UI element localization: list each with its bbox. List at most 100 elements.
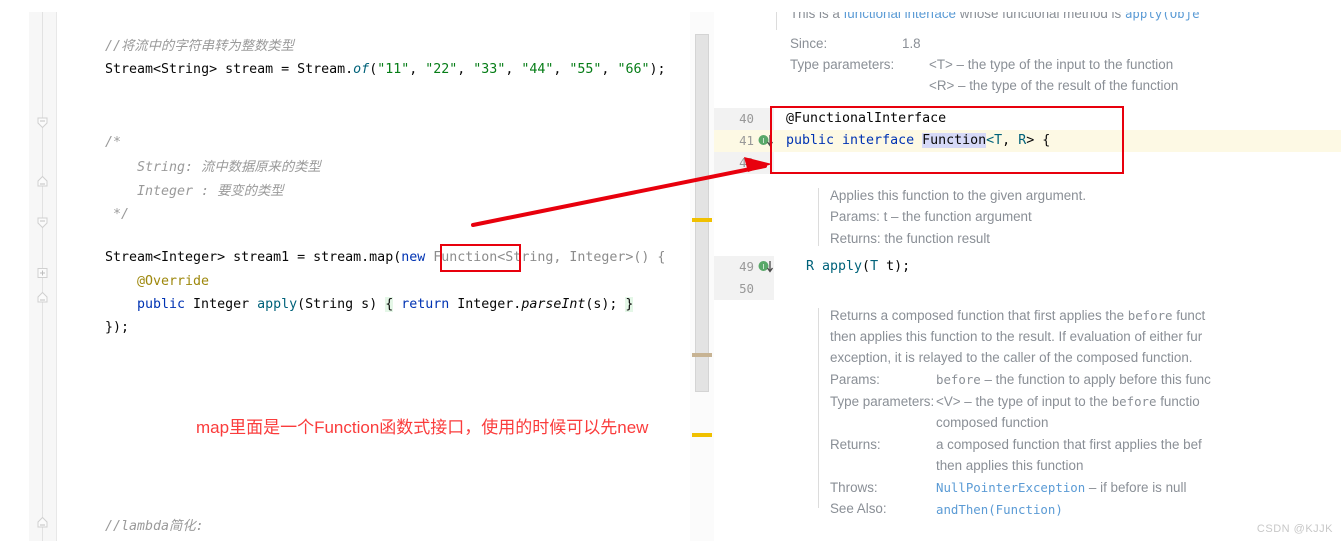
doc-throws-label: Throws: <box>830 480 878 495</box>
editor-scrollbar-thumb[interactable] <box>695 34 709 392</box>
tok-s22: "22" <box>425 62 458 77</box>
tok-s55: "55" <box>569 62 602 77</box>
line-number-42: 42 <box>739 155 754 170</box>
doc-compose-l2: then applies this function to the result… <box>830 329 1203 344</box>
doc-typeparams2-v2: composed function <box>936 415 1049 430</box>
doc-typeparam-r: <R> – the type of the result of the func… <box>929 78 1179 93</box>
code-editor-pane[interactable]: //将流中的字符串转为整数类型 Stream<String> stream = … <box>0 12 714 541</box>
implemented-method-icon-49[interactable]: I <box>758 260 776 276</box>
tok-blk-l1-key: String: <box>137 160 194 175</box>
watermark: CSDN @KJJK <box>1256 523 1333 535</box>
tok-apply-a: Integer <box>185 297 258 312</box>
doc-returns-v1: a composed function that first applies t… <box>936 437 1202 452</box>
javadoc-pane[interactable]: This is a functional interface whose fun… <box>714 0 1341 541</box>
tok-stream-decl-a: Stream<String> stream = Stream. <box>105 62 354 77</box>
src49-r: R <box>806 259 823 274</box>
doc-intro-link[interactable]: functional interface <box>844 12 956 21</box>
highlight-box-function-declaration <box>770 106 1124 174</box>
tok-s11: "11" <box>377 62 410 77</box>
tok-return: return <box>393 297 458 312</box>
doc-compose-l1: Returns a composed function that first a… <box>830 308 1205 323</box>
doc-typeparams-label: Type parameters: <box>790 57 895 72</box>
src49-t: T <box>870 259 879 274</box>
code-block-comment-open: /* <box>105 135 122 150</box>
tok-c4: , <box>553 62 570 77</box>
doc-intro-b: whose functional method is <box>955 12 1125 21</box>
fold-marker-collapse-icon[interactable] <box>35 115 50 130</box>
line-number-50: 50 <box>739 281 754 296</box>
doc-params-value-b: – the function to apply before this func <box>980 372 1211 387</box>
fold-marker-collapse-icon-2[interactable] <box>35 215 50 230</box>
tok-c3: , <box>505 62 522 77</box>
code-block-comment-close: */ <box>113 207 130 222</box>
doc-apply-returns: Returns: the function result <box>830 231 991 246</box>
code-lambda-comment: //lambda简化: <box>105 519 204 534</box>
doc-returns-label: Returns: <box>830 437 881 452</box>
doc-typeparams2-v1: <V> – the type of input to the before fu… <box>936 394 1200 409</box>
tok-parseint: parseInt <box>521 297 586 312</box>
tok-paren: ( <box>369 62 378 77</box>
doc-compose-l1-a: Returns a composed function that first a… <box>830 308 1128 323</box>
tok-map-a: Stream<Integer> stream1 = stream.map( <box>105 250 402 265</box>
overview-warning-marker-1[interactable] <box>692 218 712 222</box>
highlight-box-function-left <box>440 244 521 272</box>
line-number-40: 40 <box>739 111 754 126</box>
tok-blk-l1-val: 流中数据原来的类型 <box>193 160 321 175</box>
line-number-41: 41 <box>739 133 754 148</box>
doc-compose-l3: exception, it is relayed to the caller o… <box>830 350 1193 365</box>
code-comment-1: //将流中的字符串转为整数类型 <box>105 39 294 54</box>
doc-throws-value: NullPointerException – if before is null <box>936 480 1186 495</box>
overview-warning-marker-2[interactable] <box>692 353 712 357</box>
doc-quote-rule-3 <box>818 308 819 508</box>
overview-warning-marker-3[interactable] <box>692 433 712 437</box>
svg-text:I: I <box>763 138 765 145</box>
code-line-close: }); <box>105 320 130 335</box>
fold-marker-expand-icon[interactable] <box>35 174 50 189</box>
tok-blk-l2-key: Integer : <box>137 184 210 199</box>
tok-brace-close: } <box>625 297 634 312</box>
src49-apply: apply <box>822 259 863 274</box>
editor-text-area[interactable]: //将流中的字符串转为整数类型 Stream<String> stream = … <box>57 12 714 541</box>
doc-apply-params: Params: t – the function argument <box>830 209 1032 224</box>
top-clip-band-right <box>714 0 1341 12</box>
doc-tp2-c: functio <box>1156 394 1200 409</box>
tok-of: of <box>353 62 370 77</box>
fold-marker-expand-icon-2[interactable] <box>35 290 50 305</box>
tok-s33: "33" <box>473 62 506 77</box>
doc-quote-rule-2 <box>818 188 819 246</box>
tok-map-b: <String, Integer>() { <box>497 250 666 265</box>
doc-params-value-a: before <box>936 372 981 387</box>
doc-intro-clip: This is a functional interface whose fun… <box>714 12 1341 32</box>
doc-compose-l1-code: before <box>1127 308 1173 323</box>
tok-c5: , <box>601 62 618 77</box>
code-line-stream-decl: Stream<String> stream = Stream.of("11", … <box>105 60 665 80</box>
src49-a: ( <box>862 259 871 274</box>
fold-marker-plus-icon[interactable] <box>35 265 50 280</box>
annotation-note: map里面是一个Function函数式接口，使用的时候可以先new <box>196 418 649 437</box>
screenshot-root: //将流中的字符串转为整数类型 Stream<String> stream = … <box>0 0 1341 541</box>
doc-throws-tail: – if before is null <box>1085 480 1187 495</box>
doc-compose-l1-b: funct <box>1172 308 1206 323</box>
tok-public: public <box>137 297 186 312</box>
doc-intro-code[interactable]: apply(Obje <box>1125 12 1200 21</box>
doc-seealso-link[interactable]: andThen(Function) <box>936 502 1063 517</box>
tok-apply-c: (s); <box>585 297 626 312</box>
doc-params-value: before – the function to apply before th… <box>936 372 1211 387</box>
tok-blk-l2-val: 要变的类型 <box>209 184 284 199</box>
doc-intro-line: This is a functional interface whose fun… <box>790 12 1200 21</box>
doc-since-label: Since: <box>790 36 828 51</box>
code-lambda-comment-clip: //lambda简化: <box>57 517 697 541</box>
doc-returns-v2: then applies this function <box>936 458 1084 473</box>
line-number-49: 49 <box>739 259 754 274</box>
code-block-comment-l2: Integer : 要变的类型 <box>137 182 284 202</box>
fold-marker-expand-icon-3[interactable] <box>35 515 50 530</box>
tok-integer: Integer. <box>457 297 522 312</box>
tok-new: new <box>401 250 426 265</box>
code-override-annotation: @Override <box>137 274 210 289</box>
source-code-49: R apply(T t); <box>806 256 910 278</box>
doc-typeparams2-label: Type parameters: <box>830 394 935 409</box>
doc-tp2-a: <V> – the type of input to the <box>936 394 1112 409</box>
tok-apply-b: (String s) <box>297 297 386 312</box>
doc-throws-link[interactable]: NullPointerException <box>936 480 1085 495</box>
doc-seealso-label: See Also: <box>830 501 887 516</box>
